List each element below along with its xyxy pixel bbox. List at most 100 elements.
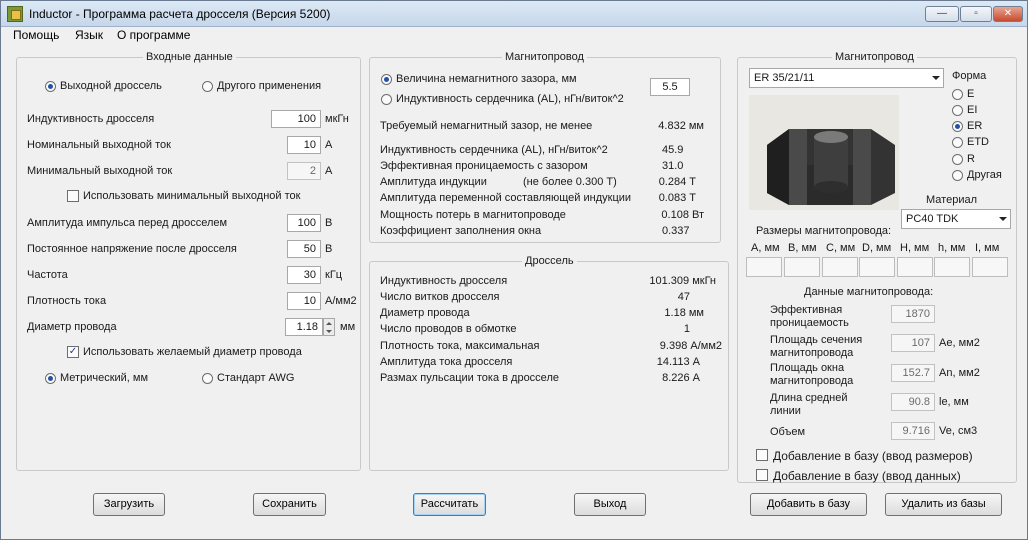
dim-h-field[interactable] <box>897 257 933 277</box>
core-title: Магнитопровод <box>502 51 587 63</box>
shape-er-radio[interactable] <box>952 121 963 132</box>
current-amplitude-label: Амплитуда тока дросселя <box>380 356 513 368</box>
dc-voltage-field[interactable]: 50 <box>287 240 321 258</box>
core-db-group: Магнитопровод ER 35/21/11 Форма E EI ER … <box>737 51 1017 483</box>
shape-e-label: E <box>967 88 975 100</box>
app-window: Inductor - Программа расчета дросселя (В… <box>0 0 1028 540</box>
gap-radio[interactable] <box>381 74 392 85</box>
dim-b-label: B, мм <box>788 242 817 254</box>
calculate-button[interactable]: Рассчитать <box>413 493 486 516</box>
shape-other-label: Другая <box>967 169 1002 181</box>
dc-voltage-label: Постоянное напряжение после дросселя <box>27 243 237 255</box>
output-choke-radio[interactable] <box>45 81 56 92</box>
current-density-unit: А/мм2 <box>325 295 357 307</box>
shape-e-radio[interactable] <box>952 89 963 100</box>
other-use-radio[interactable] <box>202 81 213 92</box>
window-title: Inductor - Программа расчета дросселя (В… <box>29 7 331 21</box>
close-button[interactable]: ✕ <box>993 6 1023 22</box>
dims-label: Размеры магнитопровода: <box>756 225 892 237</box>
induction-limit-note: (не более 0.300 Т) <box>523 176 617 188</box>
window-fill-value: 0.337 <box>662 225 690 237</box>
gap-field[interactable]: 5.5 <box>650 78 690 96</box>
use-min-current-label: Использовать минимальный выходной ток <box>83 190 301 202</box>
induction-amplitude-value: 0.284 Т <box>658 176 696 188</box>
induction-amplitude-label: Амплитуда индукции <box>380 176 487 188</box>
param-area-field[interactable]: 107 <box>891 334 935 352</box>
title-bar: Inductor - Программа расчета дросселя (В… <box>1 1 1027 27</box>
app-icon <box>7 6 23 22</box>
dim-c-field[interactable] <box>822 257 858 277</box>
menu-help[interactable]: Помощь <box>13 28 59 42</box>
add-data-checkbox[interactable] <box>756 469 768 481</box>
min-current-field[interactable]: 2 <box>287 162 321 180</box>
inductance-field[interactable]: 100 <box>271 110 321 128</box>
core-group: Магнитопровод Величина немагнитного зазо… <box>369 51 721 243</box>
dim-d-field[interactable] <box>859 257 895 277</box>
frequency-unit: кГц <box>325 269 343 281</box>
dim-h2-field[interactable] <box>934 257 970 277</box>
pulse-amplitude-field[interactable]: 100 <box>287 214 321 232</box>
current-amplitude-value: 14.113 А <box>656 356 700 368</box>
add-to-db-button[interactable]: Добавить в базу <box>750 493 867 516</box>
dc-voltage-unit: В <box>325 243 333 255</box>
choke-title: Дроссель <box>522 255 577 267</box>
shape-label: Форма <box>952 70 987 82</box>
dim-i-label: I, мм <box>975 242 1000 254</box>
dim-b-field[interactable] <box>784 257 820 277</box>
inductance-unit: мкГн <box>325 113 349 125</box>
param-window-field[interactable]: 152.7 <box>891 364 935 382</box>
max-density-label: Плотность тока, максимальная <box>380 340 540 352</box>
core-loss-label: Мощность потерь в магнитопроводе <box>380 209 566 221</box>
nominal-current-field[interactable]: 10 <box>287 136 321 154</box>
use-wire-checkbox[interactable]: ✓ <box>67 346 79 358</box>
current-density-field[interactable]: 10 <box>287 292 321 310</box>
load-button[interactable]: Загрузить <box>93 493 165 516</box>
core-select[interactable]: ER 35/21/11 <box>749 68 944 88</box>
dim-a-field[interactable] <box>746 257 782 277</box>
shape-other-radio[interactable] <box>952 170 963 181</box>
ripple-label: Размах пульсации тока в дросселе <box>380 372 559 384</box>
core-loss-value: 0.108 Вт <box>661 209 704 221</box>
choke-group: Дроссель Индуктивность дросселя 101.309 … <box>369 255 729 471</box>
required-gap-value: 4.832 мм <box>658 120 704 132</box>
choke-wire-label: Диаметр провода <box>380 307 470 319</box>
turns-value: 47 <box>677 291 690 303</box>
al-radio[interactable] <box>381 94 392 105</box>
gap-label: Величина немагнитного зазора, мм <box>396 73 577 85</box>
nominal-current-unit: А <box>325 139 333 151</box>
param-window-unit: An, мм2 <box>939 367 980 379</box>
wire-diameter-label: Диаметр провода <box>27 321 117 333</box>
wires-count-value: 1 <box>683 323 690 335</box>
param-volume-label: Объем <box>770 426 806 438</box>
exit-button[interactable]: Выход <box>574 493 646 516</box>
dim-i-field[interactable] <box>972 257 1008 277</box>
menu-language[interactable]: Язык <box>75 28 103 42</box>
frequency-field[interactable]: 30 <box>287 266 321 284</box>
minimize-button[interactable]: — <box>925 6 959 22</box>
wire-diameter-spinner[interactable] <box>323 318 335 336</box>
pulse-amplitude-label: Амплитуда импульса перед дросселем <box>27 217 228 229</box>
add-dims-checkbox[interactable] <box>756 449 768 461</box>
param-length-field[interactable]: 90.8 <box>891 393 935 411</box>
metric-radio[interactable] <box>45 373 56 384</box>
use-min-current-checkbox[interactable] <box>67 190 79 202</box>
save-button[interactable]: Сохранить <box>253 493 326 516</box>
param-window-label: Площадь окна магнитопровода <box>770 362 854 387</box>
awg-radio[interactable] <box>202 373 213 384</box>
maximize-button[interactable]: ▫ <box>960 6 992 22</box>
shape-etd-radio[interactable] <box>952 137 963 148</box>
param-volume-field[interactable]: 9.716 <box>891 422 935 440</box>
shape-ei-radio[interactable] <box>952 105 963 116</box>
material-select[interactable]: PC40 TDK <box>901 209 1011 229</box>
menu-about[interactable]: О программе <box>117 28 190 42</box>
core-al-value: 45.9 <box>662 144 684 156</box>
param-length-unit: le, мм <box>939 396 969 408</box>
remove-from-db-button[interactable]: Удалить из базы <box>885 493 1002 516</box>
input-data-title: Входные данные <box>143 51 236 63</box>
core-data-label: Данные магнитопровода: <box>804 286 934 298</box>
wire-diameter-unit: мм <box>340 321 356 333</box>
wire-diameter-field[interactable]: 1.18 <box>285 318 323 336</box>
shape-r-radio[interactable] <box>952 154 963 165</box>
shape-ei-label: EI <box>967 104 978 116</box>
param-permeability-field[interactable]: 1870 <box>891 305 935 323</box>
